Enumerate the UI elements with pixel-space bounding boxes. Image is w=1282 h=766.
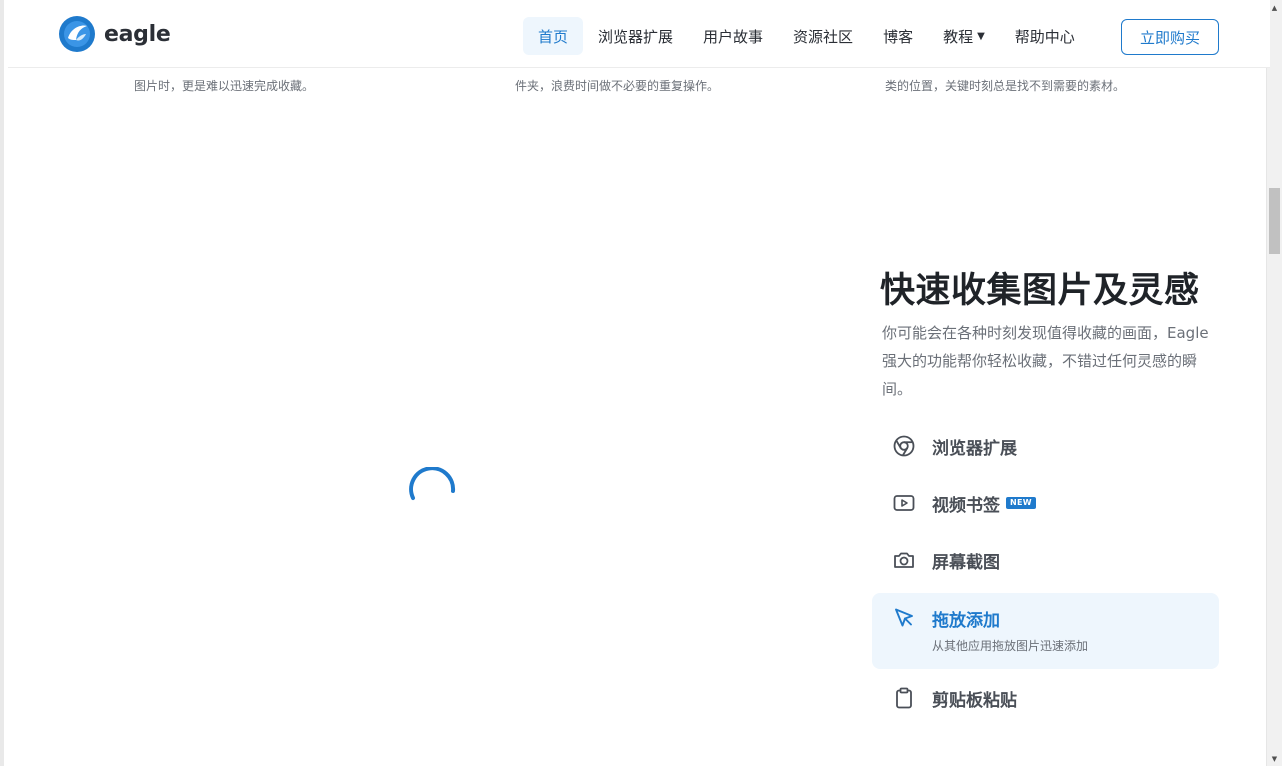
- buy-now-button[interactable]: 立即购买: [1121, 19, 1219, 55]
- nav-home[interactable]: 首页: [523, 17, 584, 55]
- nav-label: 用户故事: [703, 27, 764, 46]
- clipboard-icon: [896, 687, 912, 709]
- scroll-thumb[interactable]: [1269, 188, 1280, 254]
- camera-icon: [894, 552, 914, 568]
- nav-label: 浏览器扩展: [598, 27, 674, 46]
- site-header: eagle 首页 浏览器扩展 用户故事 资源社区 博客 教程 ▼ 帮助中心 立即购…: [8, 0, 1270, 68]
- logo-link[interactable]: eagle: [59, 16, 171, 52]
- nav-tutorials[interactable]: 教程 ▼: [928, 17, 1000, 55]
- nav-label: 博客: [883, 27, 914, 46]
- logo-text: eagle: [104, 21, 171, 47]
- nav-browser-extension[interactable]: 浏览器扩展: [583, 17, 688, 55]
- feature-item-drag-drop[interactable]: 拖放添加 从其他应用拖放图片迅速添加: [872, 593, 1219, 669]
- feature-item-screenshot[interactable]: 屏幕截图: [872, 535, 1219, 589]
- pain-point-text-2: 件夹，浪费时间做不必要的重复操作。: [515, 79, 720, 93]
- feature-label: 剪贴板粘贴: [932, 690, 1017, 711]
- feature-item-video-bookmark[interactable]: 视频书签 NEW: [872, 478, 1219, 532]
- pain-point-text-3: 类的位置，关键时刻总是找不到需要的素材。: [885, 79, 1126, 93]
- feature-subtext: 从其他应用拖放图片迅速添加: [932, 639, 1089, 653]
- feature-label: 浏览器扩展: [932, 438, 1017, 459]
- feature-label: 视频书签: [932, 495, 1000, 516]
- nav-label: 资源社区: [793, 27, 854, 46]
- caret-down-icon: ▼: [977, 30, 985, 42]
- cursor-arrow-icon: [895, 608, 913, 627]
- nav-blog[interactable]: 博客: [868, 17, 928, 55]
- vertical-scrollbar[interactable]: ▲ ▼: [1266, 0, 1282, 766]
- feature-list: 浏览器扩展 视频书签 NEW 屏幕截图 拖放添加 从其他应用拖放图片迅速添加 剪…: [872, 421, 1219, 730]
- main-nav: 首页 浏览器扩展 用户故事 资源社区 博客 教程 ▼ 帮助中心: [523, 17, 1090, 55]
- loading-spinner-icon: [409, 467, 456, 500]
- feature-title: 快速收集图片及灵感: [880, 271, 1200, 311]
- eagle-logo-icon: [59, 16, 95, 52]
- video-play-icon: [893, 495, 915, 511]
- nav-help-center[interactable]: 帮助中心: [1000, 17, 1090, 55]
- nav-label: 首页: [538, 27, 569, 46]
- feature-label: 屏幕截图: [932, 552, 1000, 573]
- feature-item-browser-extension[interactable]: 浏览器扩展: [872, 421, 1219, 475]
- nav-label: 帮助中心: [1014, 27, 1075, 46]
- chrome-icon: [893, 435, 915, 457]
- feature-item-clipboard[interactable]: 剪贴板粘贴: [872, 673, 1219, 727]
- new-badge: NEW: [1006, 497, 1036, 509]
- nav-community[interactable]: 资源社区: [778, 17, 868, 55]
- browser-viewport: 图片时，更是难以迅速完成收藏。 件夹，浪费时间做不必要的重复操作。 类的位置，关…: [0, 0, 1282, 766]
- scroll-down-arrow-icon[interactable]: ▼: [1267, 751, 1282, 766]
- pain-point-text-1: 图片时，更是难以迅速完成收藏。: [134, 79, 315, 93]
- feature-label: 拖放添加: [932, 610, 1000, 631]
- feature-description: 你可能会在各种时刻发现值得收藏的画面，Eagle 强大的功能帮你轻松收藏，不错过…: [882, 324, 1209, 398]
- nav-user-stories[interactable]: 用户故事: [688, 17, 778, 55]
- nav-label: 教程: [943, 27, 974, 46]
